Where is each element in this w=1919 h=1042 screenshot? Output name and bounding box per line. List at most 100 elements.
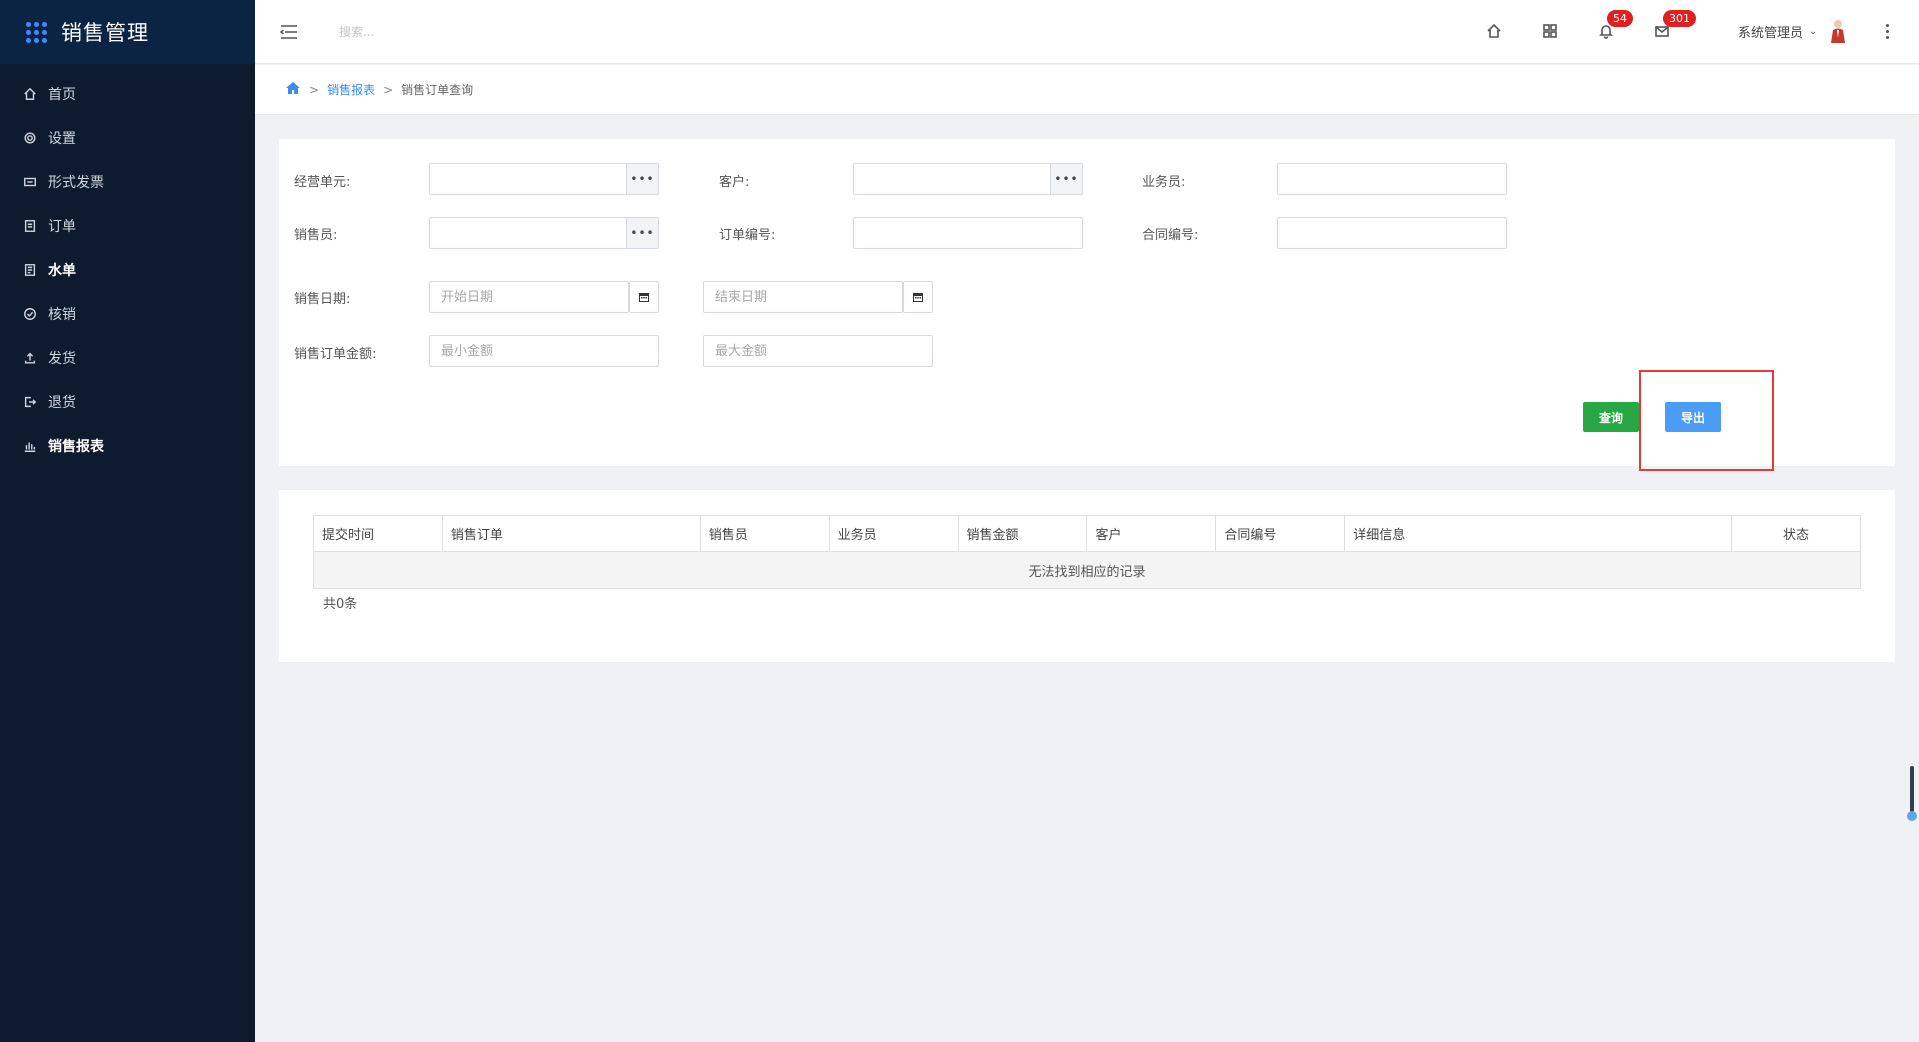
ellipsis-icon[interactable]: ••• <box>626 164 658 194</box>
sidebar-item-returns[interactable]: 退货 <box>0 380 255 424</box>
sidebar-item-label: 水单 <box>48 263 76 279</box>
contract-no-field <box>1277 217 1507 249</box>
sidebar-item-label: 退货 <box>48 395 76 411</box>
scrollbar-thumb[interactable] <box>1907 766 1917 821</box>
chevron-down-icon: ⌄ <box>1809 25 1818 37</box>
apps-grid-icon <box>26 21 47 43</box>
column-header[interactable]: 详细信息 <box>1344 515 1732 552</box>
invoice-icon <box>22 174 38 190</box>
app-title: 销售管理 <box>61 21 149 45</box>
contract-no-label: 合同编号: <box>1142 228 1199 243</box>
apps-icon[interactable] <box>1539 20 1561 42</box>
ellipsis-icon[interactable]: ••• <box>1050 164 1082 194</box>
sidebar-item-settings[interactable]: 设置 <box>0 116 255 160</box>
business-unit-input[interactable] <box>430 164 626 194</box>
order-no-field <box>853 217 1083 249</box>
salesman-field <box>1277 163 1507 195</box>
order-no-input[interactable] <box>854 218 1082 248</box>
check-circle-icon <box>22 306 38 322</box>
user-menu[interactable]: 系统管理员 ⌄ <box>1738 18 1847 44</box>
business-unit-field: ••• <box>429 163 659 195</box>
menu-toggle-icon[interactable] <box>279 22 299 42</box>
sidebar-item-label: 形式发票 <box>48 175 104 191</box>
business-unit-label: 经营单元: <box>294 175 351 190</box>
end-date-input[interactable] <box>704 282 902 312</box>
notification-badge: 54 <box>1607 10 1633 27</box>
home-icon <box>22 86 38 102</box>
max-amount-field <box>703 335 933 367</box>
column-header[interactable]: 客户 <box>1086 515 1217 552</box>
sidebar-item-proforma-invoice[interactable]: 形式发票 <box>0 160 255 204</box>
max-amount-input[interactable] <box>704 336 932 366</box>
seller-field: ••• <box>429 217 659 249</box>
mail-icon[interactable]: 301 <box>1651 10 1696 42</box>
total-count: 共0条 <box>323 597 358 612</box>
breadcrumb-separator: > <box>309 82 320 97</box>
breadcrumb-separator: > <box>383 82 394 97</box>
more-vertical-icon[interactable] <box>1882 20 1892 42</box>
customer-field: ••• <box>853 163 1083 195</box>
sidebar-item-sales-report[interactable]: 销售报表 <box>0 424 255 468</box>
customer-label: 客户: <box>719 175 750 190</box>
table-header-row: 提交时间 销售订单 销售员 业务员 销售金额 客户 合同编号 详细信息 状态 <box>313 515 1862 552</box>
breadcrumb: > 销售报表 > 销售订单查询 <box>255 65 1919 115</box>
logout-icon <box>22 394 38 410</box>
search-form-panel: 经营单元: ••• 客户: ••• 业务员: 销售员: ••• 订单编号: 合同… <box>279 139 1895 466</box>
results-panel: 提交时间 销售订单 销售员 业务员 销售金额 客户 合同编号 详细信息 状态 无… <box>279 490 1895 662</box>
ellipsis-icon[interactable]: ••• <box>626 218 658 248</box>
sidebar-item-label: 订单 <box>48 219 76 235</box>
empty-message: 无法找到相应的记录 <box>313 551 1861 589</box>
amount-label: 销售订单金额: <box>294 347 377 362</box>
sidebar-item-orders[interactable]: 订单 <box>0 204 255 248</box>
start-date-input[interactable] <box>430 282 628 312</box>
contract-no-input[interactable] <box>1278 218 1506 248</box>
table-row: 无法找到相应的记录 <box>313 551 1861 589</box>
customer-input[interactable] <box>854 164 1050 194</box>
min-amount-input[interactable] <box>430 336 658 366</box>
column-header[interactable]: 状态 <box>1730 515 1862 552</box>
sale-date-label: 销售日期: <box>294 292 351 307</box>
column-header[interactable]: 销售金额 <box>957 515 1088 552</box>
upload-icon <box>22 350 38 366</box>
seller-label: 销售员: <box>294 228 338 243</box>
salesman-input[interactable] <box>1278 164 1506 194</box>
calendar-icon[interactable] <box>903 281 933 313</box>
column-header[interactable]: 业务员 <box>828 515 959 552</box>
avatar <box>1829 18 1847 44</box>
bell-icon[interactable]: 54 <box>1595 10 1633 42</box>
sidebar-item-label: 发货 <box>48 351 76 367</box>
end-date-field <box>703 281 903 313</box>
breadcrumb-sales-report[interactable]: 销售报表 <box>327 81 375 98</box>
min-amount-field <box>429 335 659 367</box>
column-header[interactable]: 合同编号 <box>1215 515 1346 552</box>
order-no-label: 订单编号: <box>719 228 776 243</box>
start-date-field <box>429 281 629 313</box>
gear-icon <box>22 130 38 146</box>
salesman-label: 业务员: <box>1142 175 1186 190</box>
sidebar-item-shipping[interactable]: 发货 <box>0 336 255 380</box>
user-name: 系统管理员 <box>1738 25 1804 41</box>
sidebar-item-label: 设置 <box>48 131 76 147</box>
home-icon[interactable] <box>1483 20 1505 42</box>
sidebar-item-label: 核销 <box>48 307 76 323</box>
sidebar-item-receipts[interactable]: 水单 <box>0 248 255 292</box>
sidebar-item-label: 销售报表 <box>48 439 104 455</box>
order-icon <box>22 218 38 234</box>
bar-chart-icon <box>22 438 38 454</box>
results-table: 提交时间 销售订单 销售员 业务员 销售金额 客户 合同编号 详细信息 状态 无… <box>313 515 1862 589</box>
seller-input[interactable] <box>430 218 626 248</box>
search-input[interactable] <box>339 16 599 47</box>
sidebar-menu: 首页 设置 形式发票 订单 水单 核销 发货 退货 销售报表 <box>0 72 255 468</box>
column-header[interactable]: 销售订单 <box>441 515 701 552</box>
export-button[interactable]: 导出 <box>1665 402 1721 432</box>
calendar-icon[interactable] <box>629 281 659 313</box>
sidebar-item-label: 首页 <box>48 87 76 103</box>
query-button[interactable]: 查询 <box>1583 402 1639 432</box>
message-badge: 301 <box>1663 10 1696 27</box>
sidebar-item-verification[interactable]: 核销 <box>0 292 255 336</box>
breadcrumb-current: 销售订单查询 <box>401 83 474 97</box>
home-icon[interactable] <box>285 81 301 98</box>
sidebar-item-home[interactable]: 首页 <box>0 72 255 116</box>
column-header[interactable]: 销售员 <box>699 515 830 552</box>
column-header[interactable]: 提交时间 <box>313 515 443 552</box>
